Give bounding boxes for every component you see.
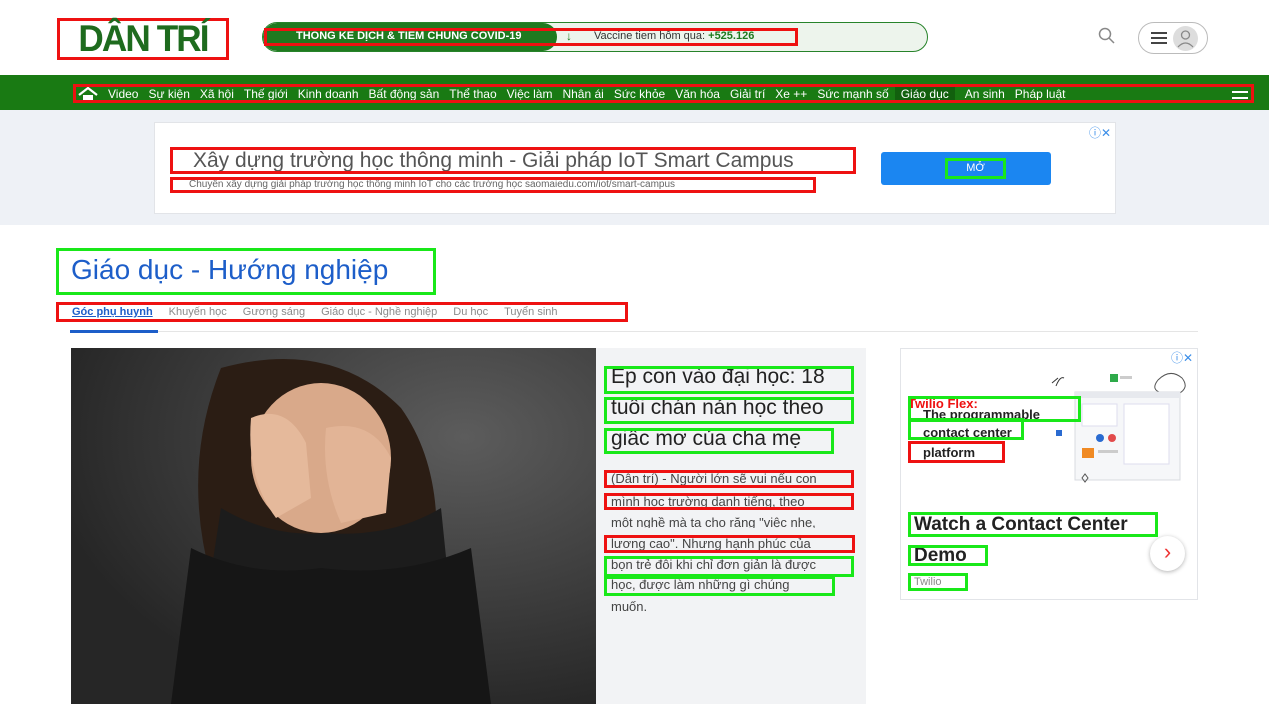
headline-line-1[interactable]: Ép con vào đại học: 18 [604,366,854,394]
ad-open-label[interactable]: MỞ [945,158,1006,179]
side-ad-promo-line-4: platform [908,441,1005,463]
summary-line-5: bọn trẻ đôi khi chỉ đơn giản là được [604,556,854,577]
logo-text: DÂN TRÍ [78,18,209,59]
summary-line-3: một nghề mà ta cho rằng "việc nhẹ, [611,515,816,530]
summary-line-1: (Dân trí) - Người lớn sẽ vui nếu con [604,470,854,488]
feature-photo [71,348,596,704]
side-ad-choices-icon[interactable]: ⓘ✕ [1171,349,1193,366]
tab-guong-sang[interactable]: Gương sáng [243,306,305,318]
site-logo[interactable]: DÂN TRÍ [57,18,229,60]
ad-title[interactable]: Xây dựng trường học thông minh - Giải ph… [170,147,856,174]
tab-giao-duc-nghe-nghiep[interactable]: Giáo dục - Nghề nghiệp [321,306,437,318]
summary-line-7: muốn. [611,599,648,614]
search-icon[interactable] [1097,26,1117,46]
summary-line-2: mình học trường danh tiếng, theo [604,493,854,510]
feature-image[interactable] [71,348,596,704]
side-ad-brand[interactable]: Twilio [908,573,968,591]
hamburger-icon [1151,32,1167,44]
summary-line-6: học, được làm những gì chúng [604,576,835,596]
headline-line-3[interactable]: giấc mơ của cha mẹ [604,428,834,454]
covid-highlight-box [264,28,798,46]
section-tabs: Góc phụ huynh Khuyến học Gương sáng Giáo… [56,302,628,322]
ad-choices-icon[interactable]: ⓘ✕ [1089,124,1111,141]
ad-subtitle[interactable]: Chuyên xây dựng giải pháp trường học thô… [170,177,816,193]
active-tab-underline [70,330,158,333]
section-title[interactable]: Giáo dục - Hướng nghiệp [56,248,436,295]
user-avatar-icon [1173,26,1198,51]
headline-line-2[interactable]: tuổi chán nản học theo [604,397,854,424]
summary-line-4: lương cao". Nhưng hạnh phúc của [604,535,855,553]
side-ad-promo-line-3: contact center [908,418,1024,440]
side-ad-illustration [1051,373,1186,483]
tab-khuyen-hoc[interactable]: Khuyến học [169,306,227,318]
tab-du-hoc[interactable]: Du học [453,306,488,318]
side-ad-title-line-1[interactable]: Watch a Contact Center [908,512,1158,537]
nav-highlight-box [73,84,1254,103]
tab-tuyen-sinh[interactable]: Tuyển sinh [504,306,557,318]
chevron-right-icon[interactable]: › [1150,536,1185,571]
user-menu-button[interactable] [1138,22,1208,54]
side-ad-title-line-2[interactable]: Demo [908,545,988,566]
tab-goc-phu-huynh[interactable]: Góc phụ huynh [72,306,153,318]
tabs-divider [70,331,1198,332]
